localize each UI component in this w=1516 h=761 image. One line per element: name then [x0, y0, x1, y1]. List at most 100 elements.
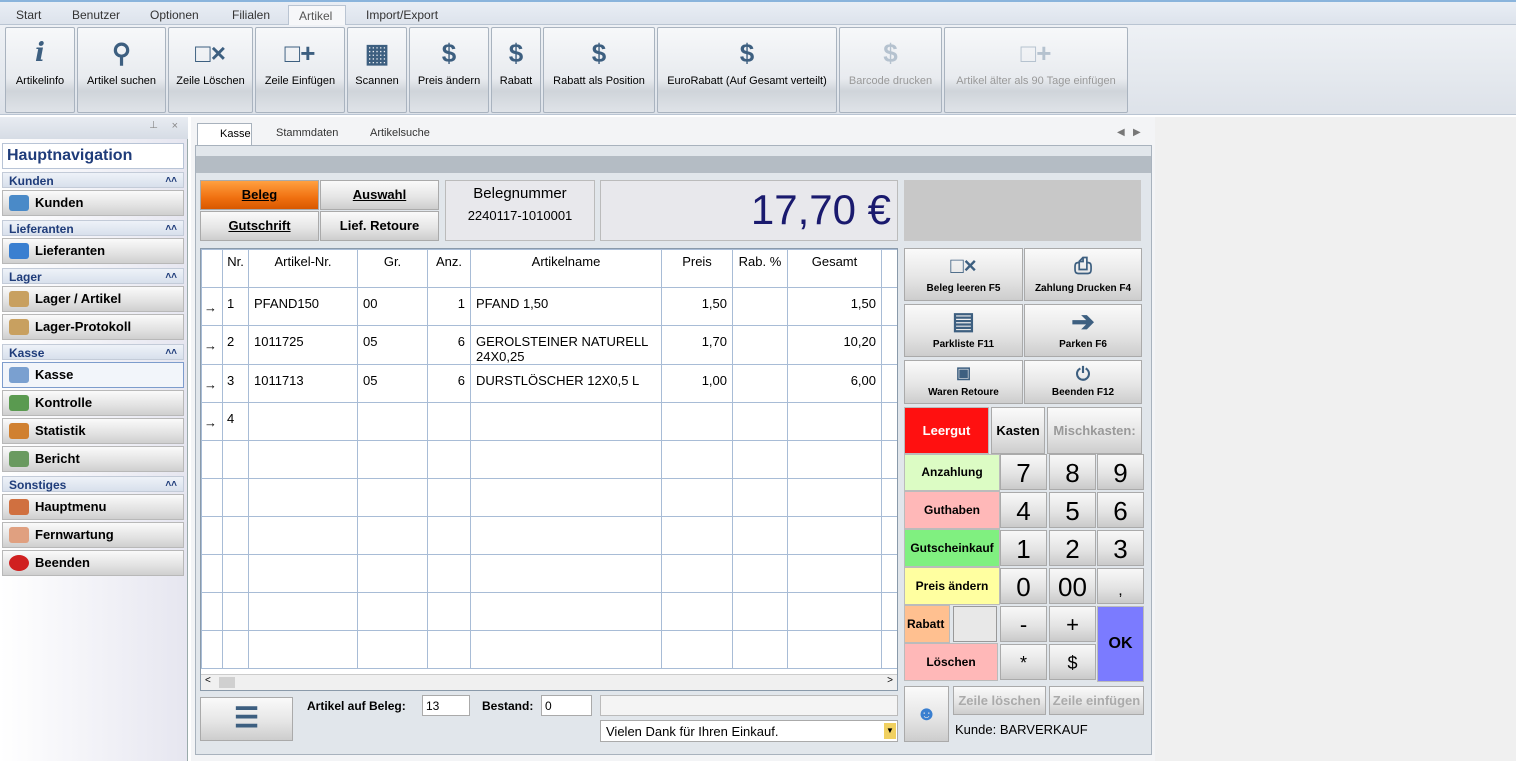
- rabatt-als-position-button[interactable]: $ Rabatt als Position: [543, 27, 655, 113]
- cell-rabatt[interactable]: [732, 478, 788, 517]
- lief-retoure-button[interactable]: Lief. Retoure: [320, 211, 439, 241]
- row-indicator[interactable]: [201, 440, 223, 479]
- key-multiply[interactable]: *: [1000, 644, 1047, 680]
- cell-preis[interactable]: [661, 554, 733, 593]
- tab-import-export[interactable]: Import/Export: [356, 5, 448, 27]
- tab-artikel[interactable]: Artikel: [288, 5, 346, 27]
- scroll-thumb[interactable]: [219, 677, 235, 688]
- cell-artikel-nr[interactable]: [248, 440, 358, 479]
- table-row[interactable]: [201, 592, 897, 631]
- cell-artikel-nr[interactable]: [248, 554, 358, 593]
- cell-rabatt[interactable]: [732, 516, 788, 555]
- cell-preis[interactable]: [661, 402, 733, 441]
- cell-rabatt[interactable]: [732, 402, 788, 441]
- cell-gesamt[interactable]: 6,00: [787, 364, 882, 403]
- parkliste-button[interactable]: ▤ Parkliste F11: [904, 304, 1023, 357]
- table-row[interactable]: [201, 478, 897, 517]
- key-7[interactable]: 7: [1000, 454, 1047, 490]
- zahlung-drucken-button[interactable]: ⎙ Zahlung Drucken F4: [1024, 248, 1142, 301]
- nav-statistik[interactable]: Statistik: [2, 418, 184, 444]
- cell-nr[interactable]: [222, 592, 249, 631]
- anzahlung-button[interactable]: Anzahlung: [904, 454, 1000, 491]
- cell-artikelname[interactable]: [470, 402, 662, 441]
- cell-gr[interactable]: [357, 440, 428, 479]
- table-row[interactable]: [201, 630, 897, 669]
- cell-artikelname[interactable]: [470, 554, 662, 593]
- rabatt-button[interactable]: $ Rabatt: [491, 27, 541, 113]
- cell-nr[interactable]: [222, 516, 249, 555]
- cell-nr[interactable]: [222, 440, 249, 479]
- ok-button[interactable]: OK: [1097, 606, 1144, 682]
- zeile-einfuegen-key[interactable]: Zeile einfügen: [1049, 686, 1144, 715]
- nav-lager-protokoll[interactable]: Lager-Protokoll: [2, 314, 184, 340]
- col-artikelname[interactable]: Artikelname: [470, 249, 662, 288]
- cell-preis[interactable]: 1,00: [661, 364, 733, 403]
- cell-anz[interactable]: [427, 554, 471, 593]
- tab-scroll-arrows[interactable]: ◀ ▶: [1117, 127, 1141, 138]
- table-row[interactable]: [201, 516, 897, 555]
- eurorabatt-button[interactable]: $ EuroRabatt (Auf Gesamt verteilt): [657, 27, 837, 113]
- close-icon[interactable]: ×: [172, 120, 178, 132]
- scroll-right-icon[interactable]: >: [887, 675, 893, 686]
- cell-gesamt[interactable]: [787, 630, 882, 669]
- key-minus[interactable]: -: [1000, 606, 1047, 642]
- cell-artikelname[interactable]: [470, 440, 662, 479]
- col-rabatt[interactable]: Rab. %: [732, 249, 788, 288]
- cell-rabatt[interactable]: [732, 364, 788, 403]
- parken-button[interactable]: ➔ Parken F6: [1024, 304, 1142, 357]
- cell-rabatt[interactable]: [732, 325, 788, 365]
- key-comma[interactable]: ,: [1097, 568, 1144, 604]
- group-sonstiges[interactable]: Sonstiges ˄˄: [2, 476, 184, 492]
- artikel-suchen-button[interactable]: ⚲ Artikel suchen: [77, 27, 166, 113]
- key-4[interactable]: 4: [1000, 492, 1047, 528]
- horizontal-scrollbar[interactable]: < >: [201, 674, 897, 690]
- col-nr[interactable]: Nr.: [222, 249, 249, 288]
- cell-preis[interactable]: 1,50: [661, 287, 733, 326]
- cell-artikel-nr[interactable]: 1011713: [248, 364, 358, 403]
- group-lieferanten[interactable]: Lieferanten ˄˄: [2, 220, 184, 236]
- message-select[interactable]: Vielen Dank für Ihren Einkauf. ▼: [600, 720, 898, 742]
- cell-artikel-nr[interactable]: [248, 516, 358, 555]
- table-row[interactable]: [201, 440, 897, 479]
- zeile-einfuegen-button[interactable]: □+ Zeile Einfügen: [255, 27, 345, 113]
- cell-artikel-nr[interactable]: 1011725: [248, 325, 358, 365]
- cell-preis[interactable]: [661, 478, 733, 517]
- nav-fernwartung[interactable]: Fernwartung: [2, 522, 184, 548]
- tab-benutzer[interactable]: Benutzer: [62, 5, 130, 27]
- loeschen-button[interactable]: Löschen: [904, 643, 998, 681]
- key-dollar[interactable]: $: [1049, 644, 1096, 680]
- cell-artikelname[interactable]: GEROLSTEINER NATURELL 24X0,25: [470, 325, 662, 365]
- cell-artikelname[interactable]: PFAND 1,50: [470, 287, 662, 326]
- cell-artikelname[interactable]: [470, 478, 662, 517]
- row-indicator[interactable]: [201, 592, 223, 631]
- cell-rabatt[interactable]: [732, 287, 788, 326]
- kasten-button[interactable]: Kasten: [991, 407, 1045, 454]
- table-row[interactable]: → 2 1011725 05 6 GEROLSTEINER NATURELL 24X0,2…: [201, 325, 897, 365]
- cell-artikel-nr[interactable]: PFAND150: [248, 287, 358, 326]
- cell-artikelname[interactable]: DURSTLÖSCHER 12X0,5 L: [470, 364, 662, 403]
- doctab-artikelsuche[interactable]: Artikelsuche: [350, 127, 430, 139]
- nav-kasse[interactable]: Kasse: [2, 362, 184, 388]
- doctab-stammdaten[interactable]: Stammdaten: [258, 127, 338, 139]
- cell-nr[interactable]: [222, 630, 249, 669]
- cell-rabatt[interactable]: [732, 630, 788, 669]
- nav-kunden[interactable]: Kunden: [2, 190, 184, 216]
- guthaben-button[interactable]: Guthaben: [904, 491, 1000, 529]
- preis-aendern-key[interactable]: Preis ändern: [904, 567, 1000, 605]
- gutscheinkauf-button[interactable]: Gutscheinkauf: [904, 529, 1000, 567]
- cell-gesamt[interactable]: [787, 516, 882, 555]
- row-indicator[interactable]: →: [201, 402, 223, 441]
- cell-preis[interactable]: [661, 592, 733, 631]
- cell-anz[interactable]: [427, 516, 471, 555]
- col-anz[interactable]: Anz.: [427, 249, 471, 288]
- nav-hauptmenu[interactable]: Hauptmenu: [2, 494, 184, 520]
- cell-nr[interactable]: [222, 478, 249, 517]
- nav-lager-artikel[interactable]: Lager / Artikel: [2, 286, 184, 312]
- group-kunden[interactable]: Kunden ˄˄: [2, 172, 184, 188]
- cell-preis[interactable]: [661, 630, 733, 669]
- table-row[interactable]: → 3 1011713 05 6 DURSTLÖSCHER 12X0,5 L 1,00 6,0…: [201, 364, 897, 403]
- cell-gr[interactable]: [357, 554, 428, 593]
- cell-gesamt[interactable]: [787, 402, 882, 441]
- cell-preis[interactable]: [661, 516, 733, 555]
- pin-icon[interactable]: ⊥: [149, 120, 158, 131]
